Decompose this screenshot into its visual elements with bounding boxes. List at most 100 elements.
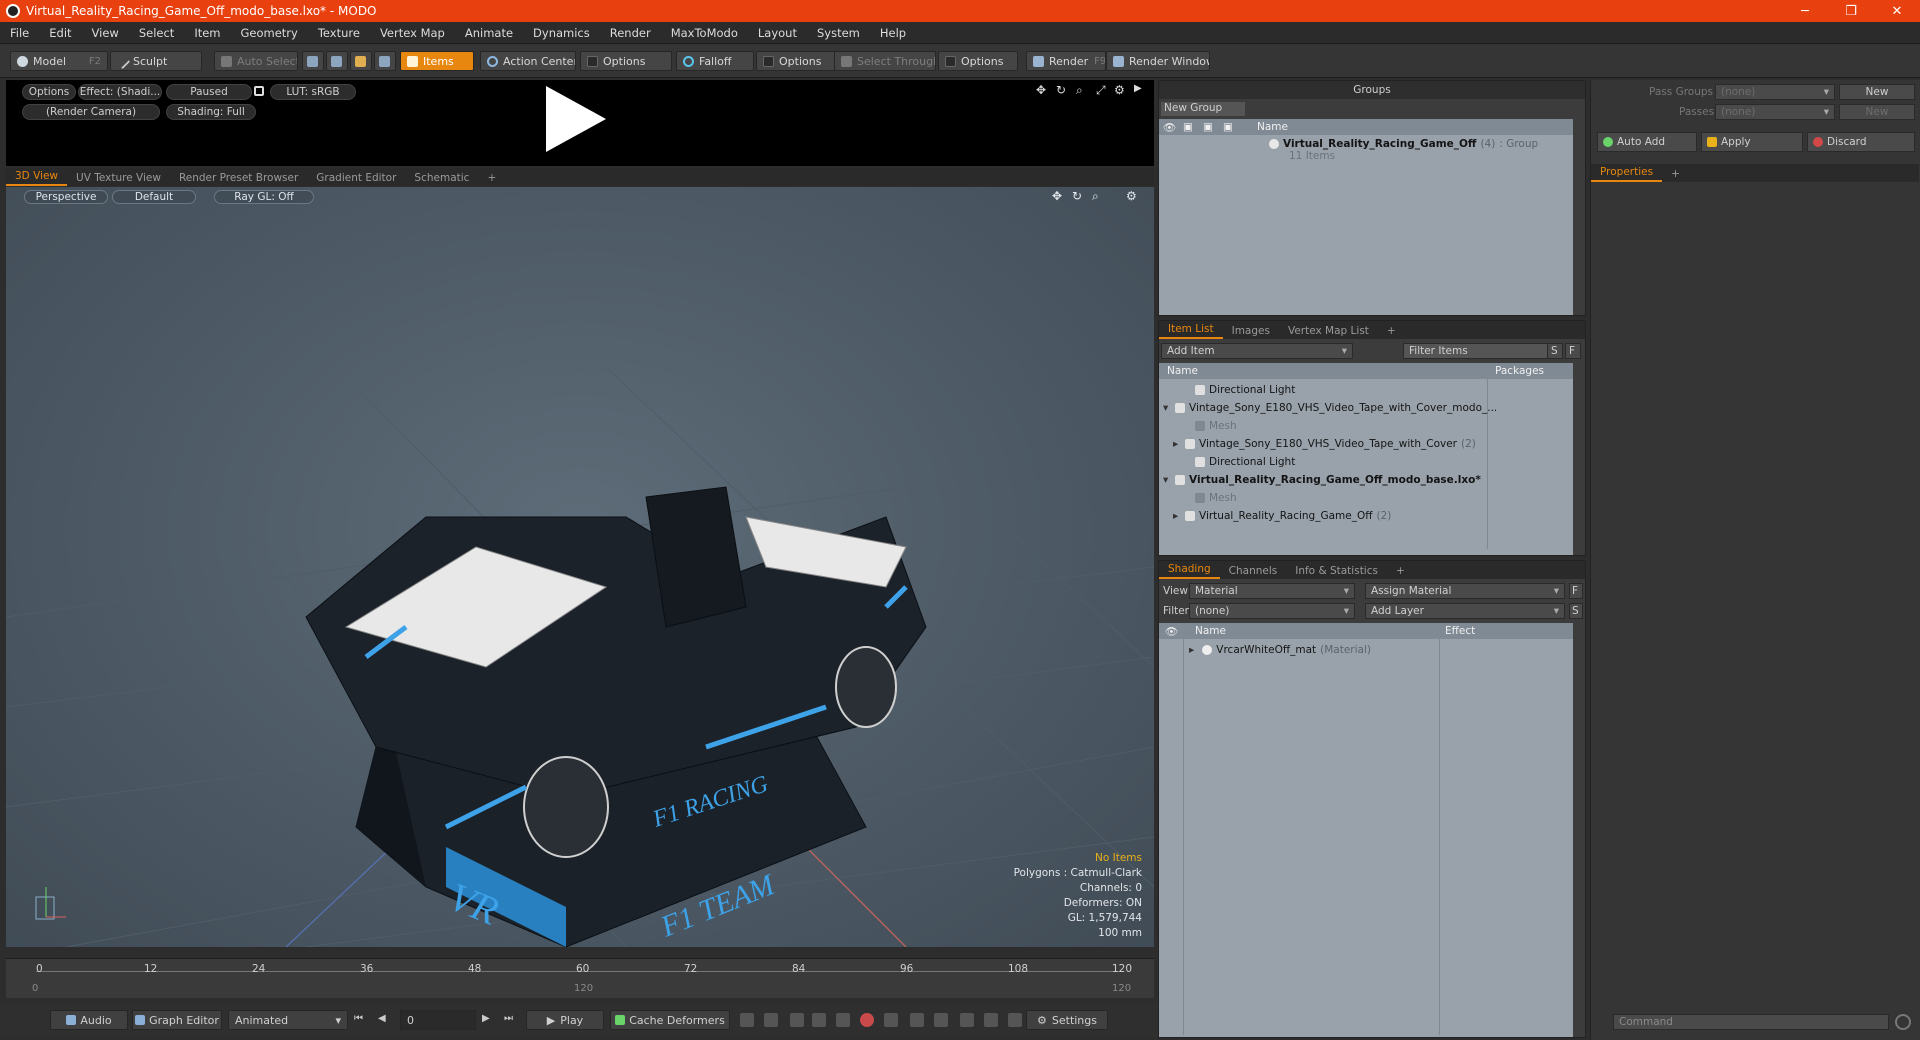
tab-vertex-map-list[interactable]: Vertex Map List: [1279, 323, 1378, 339]
prev-marker-icon[interactable]: [910, 1013, 924, 1027]
pass-groups-dropdown[interactable]: (none): [1715, 84, 1835, 100]
polygons-mode-button[interactable]: [350, 51, 372, 71]
expand-icon[interactable]: ⤢: [1096, 83, 1106, 98]
menu-texture[interactable]: Texture: [308, 26, 370, 40]
menu-system[interactable]: System: [807, 26, 870, 40]
options-icon[interactable]: [1008, 1013, 1022, 1027]
new-pass-button[interactable]: New: [1839, 104, 1915, 120]
next-key-icon[interactable]: [812, 1013, 826, 1027]
viewport-gear-icon[interactable]: ⚙: [1126, 189, 1137, 203]
expand-arrow-icon[interactable]: ▸: [1173, 510, 1185, 522]
action-center-button[interactable]: Action Center: [480, 51, 576, 71]
preview-effect-dropdown[interactable]: Effect: (Shadi...: [78, 84, 162, 100]
zoom-icon[interactable]: ⌕: [1076, 83, 1083, 98]
add-item-dropdown[interactable]: Add Item: [1161, 343, 1353, 359]
lock-column-icon[interactable]: ▣: [1183, 121, 1203, 133]
menu-help[interactable]: Help: [870, 26, 916, 40]
model-mode-button[interactable]: Model F2: [10, 51, 108, 71]
add-tab-button[interactable]: +: [478, 170, 505, 186]
preview-camera-dropdown[interactable]: (Render Camera): [22, 104, 160, 120]
expand-arrow-icon[interactable]: ▸: [1173, 438, 1185, 450]
filter-items-input[interactable]: Filter Items: [1403, 343, 1563, 359]
add-tab-button[interactable]: +: [1662, 166, 1689, 182]
view-dropdown[interactable]: Material: [1189, 583, 1355, 599]
list-item[interactable]: ▸ Virtual_Reality_Racing_Game_Off (2): [1159, 507, 1391, 525]
search-s-button[interactable]: S: [1569, 603, 1583, 619]
move-icon[interactable]: ✥: [1036, 83, 1046, 97]
pan-icon[interactable]: ✥: [1052, 189, 1062, 203]
list-item[interactable]: ▸ Vintage_Sony_E180_VHS_Video_Tape_with_C…: [1159, 435, 1476, 453]
list-item[interactable]: ▾ Vintage_Sony_E180_VHS_Video_Tape_with_C…: [1159, 399, 1497, 417]
graph-editor-button[interactable]: Graph Editor: [132, 1010, 222, 1030]
select-through-button[interactable]: Select Through: [834, 51, 936, 71]
add-tab-button[interactable]: +: [1387, 563, 1414, 579]
timeline[interactable]: 0 12 24 36 48 60 72 84 96 108 120 0 120 …: [6, 958, 1154, 998]
skip-start-icon[interactable]: ⏮: [354, 1013, 368, 1027]
menu-vertex-map[interactable]: Vertex Map: [370, 26, 455, 40]
select-through-options-button[interactable]: Options: [938, 51, 1018, 71]
rotate-icon[interactable]: ↻: [1056, 83, 1066, 97]
menu-file[interactable]: File: [0, 26, 39, 40]
orbit-icon[interactable]: ↻: [1072, 189, 1082, 203]
new-group-button[interactable]: New Group: [1161, 102, 1245, 116]
close-button[interactable]: ✕: [1874, 4, 1920, 19]
key-icon[interactable]: [740, 1013, 754, 1027]
preview-options-button[interactable]: Options: [22, 84, 76, 100]
menu-item[interactable]: Item: [184, 26, 230, 40]
list-item[interactable]: ▾ Virtual_Reality_Racing_Game_Off_modo_ba…: [1159, 471, 1481, 489]
filter-dropdown[interactable]: (none): [1189, 603, 1355, 619]
expand-arrow-icon[interactable]: ▾: [1163, 402, 1175, 414]
play-button[interactable]: ▶ Play: [526, 1010, 604, 1030]
preview-shading-dropdown[interactable]: Shading: Full: [166, 104, 256, 120]
falloff-button[interactable]: Falloff: [676, 51, 754, 71]
menu-edit[interactable]: Edit: [39, 26, 81, 40]
tab-channels[interactable]: Channels: [1220, 563, 1287, 579]
render-column-icon[interactable]: ▣: [1203, 121, 1223, 133]
gear-icon[interactable]: ⚙: [1114, 83, 1125, 97]
assign-material-dropdown[interactable]: Assign Material: [1365, 583, 1565, 599]
step-back-icon[interactable]: ◀: [378, 1013, 392, 1027]
list-item[interactable]: Directional Light: [1159, 381, 1295, 399]
key-filter-icon[interactable]: [764, 1013, 778, 1027]
next-marker-icon[interactable]: [934, 1013, 948, 1027]
material-row[interactable]: ▸ VrcarWhiteOff_mat (Material): [1159, 641, 1371, 659]
tab-properties[interactable]: Properties: [1591, 164, 1663, 182]
cache-deformers-button[interactable]: Cache Deformers: [610, 1010, 730, 1030]
add-layer-dropdown[interactable]: Add Layer: [1365, 603, 1565, 619]
visibility-eye-icon[interactable]: 👁: [1159, 625, 1189, 638]
maximize-button[interactable]: ❐: [1828, 4, 1874, 19]
auto-key-icon[interactable]: [836, 1013, 850, 1027]
minimize-button[interactable]: ─: [1782, 4, 1828, 19]
3d-viewport[interactable]: F1 RACING VR F1 TEAM No Items Polygons :…: [6, 187, 1154, 947]
audio-button[interactable]: Audio: [50, 1010, 128, 1030]
menu-animate[interactable]: Animate: [455, 26, 523, 40]
select-column-icon[interactable]: ▣: [1223, 121, 1243, 133]
lock-icon[interactable]: [254, 86, 264, 96]
preview-paused-button[interactable]: Paused: [166, 84, 252, 100]
menu-view[interactable]: View: [82, 26, 129, 40]
menu-maxtomodo[interactable]: MaxToModo: [661, 26, 748, 40]
bounce-icon[interactable]: [984, 1013, 998, 1027]
record-icon[interactable]: [860, 1013, 874, 1027]
falloff-options-button[interactable]: Options: [756, 51, 836, 71]
tab-images[interactable]: Images: [1223, 323, 1279, 339]
tab-gradient-editor[interactable]: Gradient Editor: [307, 170, 405, 186]
render-button[interactable]: Render F9: [1026, 51, 1106, 71]
search-s-button[interactable]: S: [1547, 343, 1563, 359]
add-tab-button[interactable]: +: [1378, 323, 1405, 339]
tab-3d-view[interactable]: 3D View: [6, 168, 68, 186]
tab-render-preset-browser[interactable]: Render Preset Browser: [170, 170, 307, 186]
step-forward-icon[interactable]: ▶: [482, 1013, 496, 1027]
settings-button[interactable]: ⚙ Settings: [1026, 1010, 1108, 1030]
passes-dropdown[interactable]: (none): [1715, 104, 1835, 120]
tab-schematic[interactable]: Schematic: [405, 170, 478, 186]
shading-default-dropdown[interactable]: Default: [112, 190, 196, 204]
apply-button[interactable]: Apply: [1701, 132, 1803, 152]
command-input[interactable]: Command: [1613, 1014, 1889, 1030]
action-center-options-button[interactable]: Options: [580, 51, 672, 71]
list-item[interactable]: Mesh: [1159, 489, 1237, 507]
items-mode-button[interactable]: Items: [400, 51, 474, 71]
sculpt-mode-button[interactable]: Sculpt: [110, 51, 202, 71]
perspective-dropdown[interactable]: Perspective: [24, 190, 108, 204]
tab-shading[interactable]: Shading: [1159, 561, 1220, 579]
